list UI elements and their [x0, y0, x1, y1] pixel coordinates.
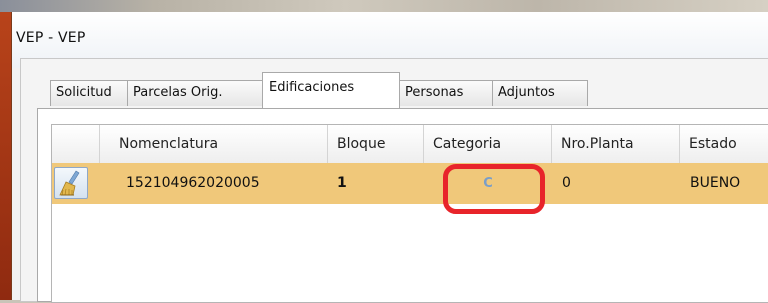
background-window-edge	[0, 12, 11, 300]
table-row[interactable]: 152104962020005 1 C 0 BUENO	[52, 163, 768, 204]
column-header-categoria[interactable]: Categoria	[424, 125, 552, 163]
cell-nomenclatura: 152104962020005	[126, 175, 260, 191]
tab-label: Personas	[405, 85, 464, 100]
edificaciones-grid: Nomenclatura Bloque Categoria Nro.Planta…	[51, 124, 768, 303]
grid-header: Nomenclatura Bloque Categoria Nro.Planta…	[52, 125, 768, 164]
tab-adjuntos[interactable]: Adjuntos	[492, 80, 588, 106]
broom-icon	[59, 170, 80, 196]
column-header-nomenclatura[interactable]: Nomenclatura	[100, 125, 328, 163]
tab-parcelas-orig[interactable]: Parcelas Orig.	[127, 80, 263, 106]
column-header-nro-planta[interactable]: Nro.Planta	[552, 125, 680, 163]
tab-label: Solicitud	[56, 85, 112, 100]
cell-bloque: 1	[337, 175, 347, 191]
window-title: VEP - VEP	[16, 30, 86, 46]
tab-solicitud[interactable]: Solicitud	[50, 80, 128, 106]
column-header-estado[interactable]: Estado	[680, 125, 768, 163]
tab-content: Nomenclatura Bloque Categoria Nro.Planta…	[37, 108, 768, 303]
cell-estado: BUENO	[690, 175, 741, 191]
tab-edificaciones[interactable]: Edificaciones	[262, 72, 400, 108]
cell-categoria: C	[483, 176, 493, 191]
column-header-action[interactable]	[52, 125, 100, 163]
tab-personas[interactable]: Personas	[399, 80, 493, 106]
tab-label: Edificaciones	[269, 80, 355, 95]
column-header-bloque[interactable]: Bloque	[328, 125, 424, 163]
tab-label: Adjuntos	[498, 85, 555, 100]
row-action-button[interactable]	[54, 167, 88, 199]
cell-nro-planta: 0	[562, 175, 571, 191]
tab-label: Parcelas Orig.	[133, 85, 223, 100]
